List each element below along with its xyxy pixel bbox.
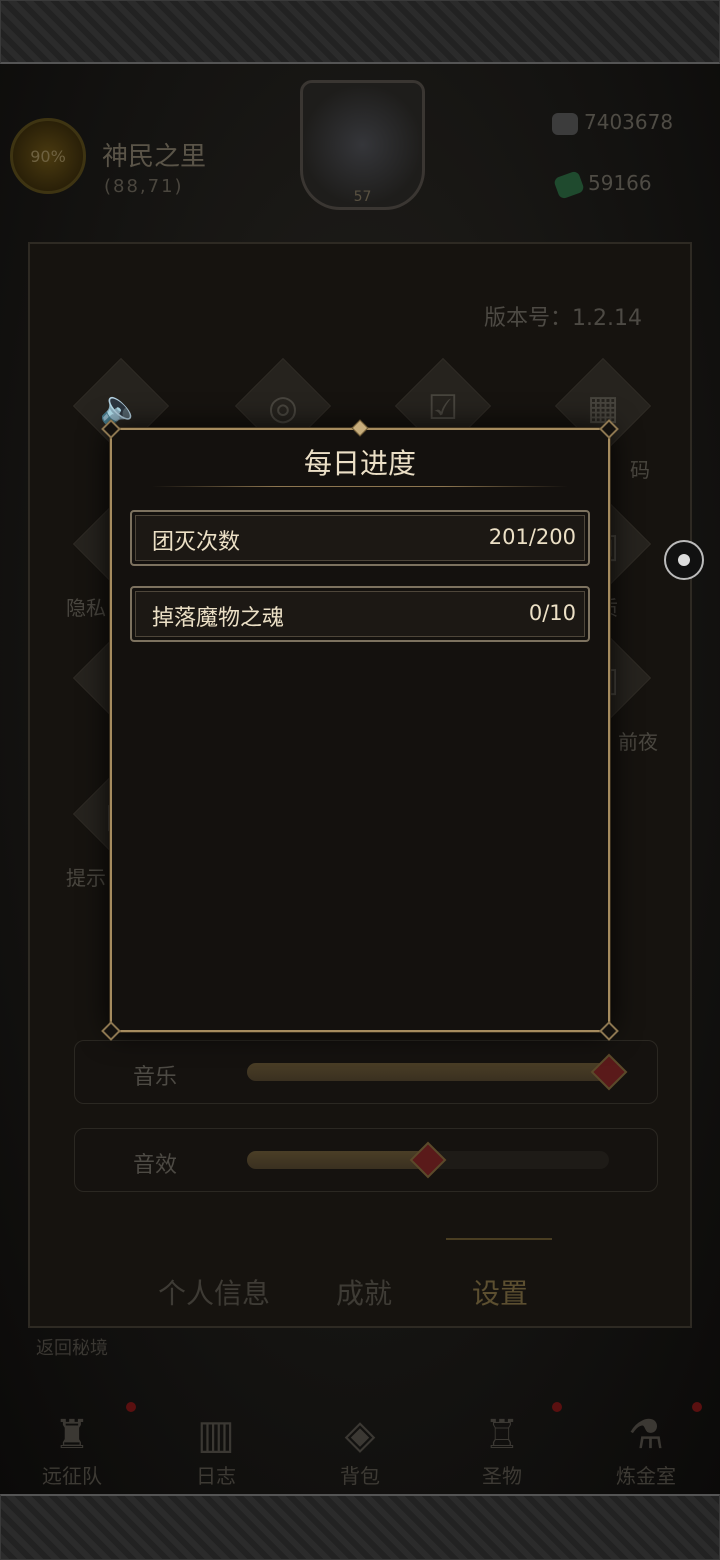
tab-achievements[interactable]: 成就 bbox=[336, 1272, 392, 1312]
sfx-slider-row: 音效 bbox=[74, 1128, 658, 1192]
player-level: 57 bbox=[353, 189, 372, 205]
stone-count: 7403678 bbox=[584, 110, 674, 134]
bag-icon: ◈ bbox=[344, 1412, 376, 1458]
nav-item-log[interactable]: ▥ 日志 bbox=[156, 1410, 276, 1489]
progress-row-soul-drops: 掉落魔物之魂 0/10 bbox=[130, 586, 590, 642]
bottom-border-bar bbox=[0, 1494, 720, 1560]
music-slider[interactable] bbox=[247, 1053, 628, 1091]
music-slider-handle[interactable] bbox=[590, 1053, 628, 1091]
return-button[interactable]: 返回秘境 bbox=[36, 1334, 108, 1360]
active-tab-marker bbox=[446, 1238, 552, 1240]
scroll-icon: ▥ bbox=[197, 1412, 235, 1458]
compass-icon: ◎ bbox=[268, 388, 298, 428]
nav-item-expedition[interactable]: ♜ 远征队 bbox=[12, 1410, 132, 1489]
player-avatar[interactable]: 57 bbox=[300, 80, 425, 210]
qr-code-icon: ▦ bbox=[586, 388, 620, 428]
stone-resource: 7403678 bbox=[552, 110, 673, 135]
title-divider bbox=[152, 486, 568, 487]
area-name: 神民之里 bbox=[102, 142, 207, 172]
nav-item-relic[interactable]: ♖ 圣物 bbox=[442, 1410, 562, 1489]
helmet-icon: ♜ bbox=[54, 1412, 90, 1458]
top-border-bar bbox=[0, 0, 720, 64]
progress-name: 团灭次数 bbox=[152, 530, 241, 555]
modal-title: 每日进度 bbox=[303, 447, 416, 480]
nav-item-alchemy[interactable]: ⚗ 炼金室 bbox=[586, 1410, 706, 1489]
nav-item-bag[interactable]: ◈ 背包 bbox=[300, 1410, 420, 1489]
gem-count: 59166 bbox=[588, 171, 652, 195]
calendar-check-icon: ☑ bbox=[427, 388, 459, 428]
progress-value: 201/200 bbox=[488, 525, 576, 549]
tab-settings[interactable]: 设置 bbox=[472, 1272, 528, 1312]
gem-resource: 59166 bbox=[553, 169, 652, 200]
sfx-slider-handle[interactable] bbox=[409, 1141, 447, 1179]
daily-progress-modal: 每日进度 团灭次数 201/200 掉落魔物之魂 0/10 bbox=[101, 419, 619, 1041]
stone-icon bbox=[552, 112, 578, 135]
speaker-icon: 🔈 bbox=[99, 388, 143, 428]
tab-profile[interactable]: 个人信息 bbox=[158, 1272, 270, 1312]
level-orb[interactable]: 90% bbox=[10, 118, 86, 194]
chalice-icon: ♖ bbox=[484, 1412, 520, 1458]
area-coords: (88,71) bbox=[104, 176, 184, 197]
progress-name: 掉落魔物之魂 bbox=[152, 606, 285, 631]
music-slider-row: 音乐 bbox=[74, 1040, 658, 1104]
level-percent: 90% bbox=[30, 147, 66, 166]
music-slider-fill bbox=[247, 1063, 609, 1081]
sfx-label: 音效 bbox=[133, 1153, 178, 1178]
gem-icon bbox=[553, 169, 585, 200]
bottom-nav: ♜ 远征队 ▥ 日志 ◈ 背包 ♖ 圣物 ⚗ 炼金室 bbox=[0, 1400, 720, 1494]
music-label: 音乐 bbox=[133, 1065, 178, 1090]
sfx-slider-fill bbox=[247, 1151, 428, 1169]
version-label: 版本号：1.2.14 bbox=[484, 306, 642, 331]
alchemy-icon: ⚗ bbox=[628, 1412, 664, 1458]
floating-assist-button[interactable] bbox=[664, 540, 704, 580]
progress-value: 0/10 bbox=[528, 601, 576, 625]
sfx-slider[interactable] bbox=[247, 1141, 609, 1179]
settings-tabs: 个人信息 成就 设置 bbox=[30, 1272, 694, 1332]
progress-row-wipes: 团灭次数 201/200 bbox=[130, 510, 590, 566]
